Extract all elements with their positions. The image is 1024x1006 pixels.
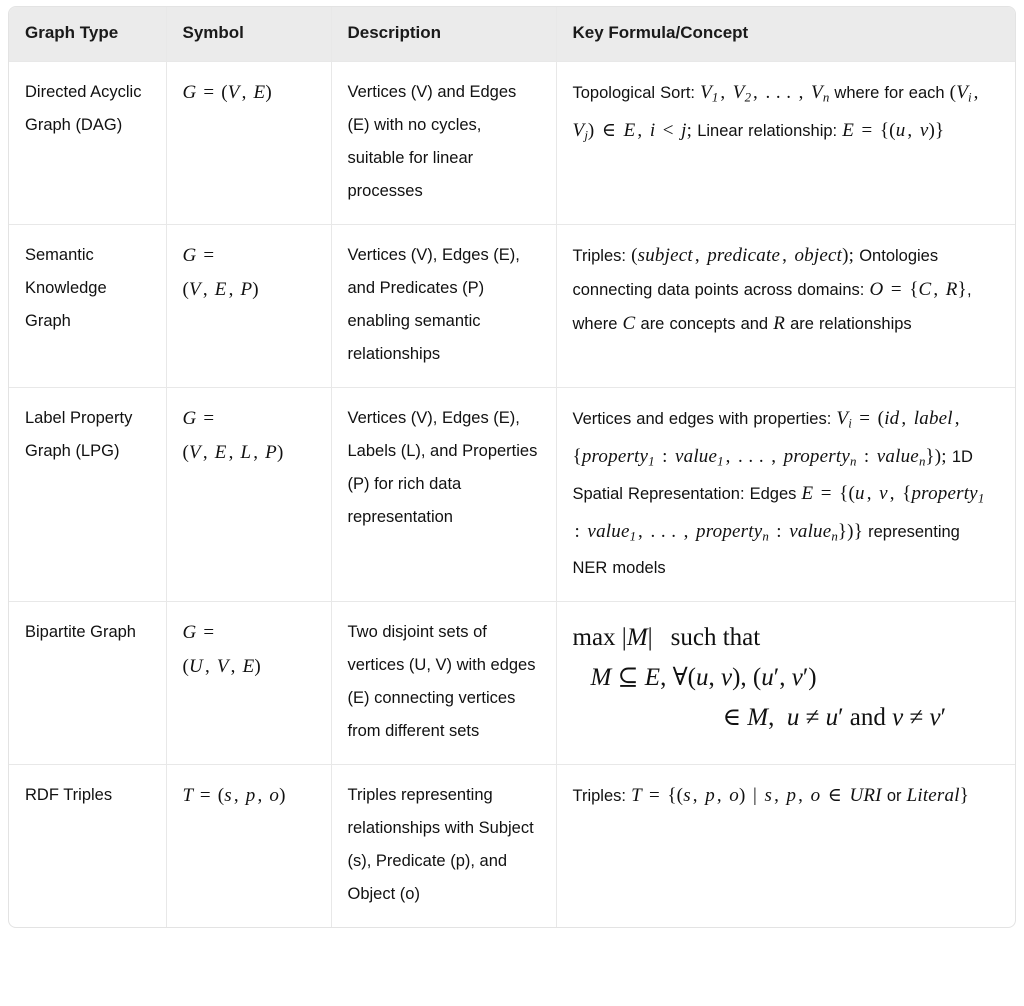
- cell-key-formula: max |M| such that M ⊆ E, ∀(u, v), (u′, v′…: [556, 601, 1015, 766]
- formula-math-relationships: R: [773, 313, 786, 334]
- formula-text-mid-2: Linear relationship:: [697, 121, 838, 140]
- formula-label: Vertices and edges with properties:: [572, 410, 832, 428]
- table-header: Graph Type Symbol Description Key Formul…: [9, 7, 1015, 62]
- formula-math-edge-set: E = {(u, v)}: [842, 119, 945, 141]
- cell-key-formula: Topological Sort: V1, V2, . . . , Vn whe…: [556, 61, 1015, 225]
- symbol-math-skg-line2: (V, E, P): [182, 279, 259, 300]
- cell-key-formula: Triples: T = {(s, p, o) | s, p, o ∈ URI …: [556, 765, 1015, 927]
- equation-line-3: ∈ M, u ≠ u′ and v ≠ v′: [722, 704, 947, 732]
- cell-description: Vertices (V) and Edges (E) with no cycle…: [331, 61, 557, 225]
- formula-math-literal: Literal}: [906, 785, 970, 807]
- symbol-math-dag: G = (V, E): [182, 82, 272, 103]
- formula-text-mid: or: [886, 787, 902, 806]
- symbol-math-lpg-line2: (V, E, L, P): [182, 442, 284, 463]
- cell-symbol: G = (U, V, E): [166, 601, 332, 766]
- formula-math-triple: (subject, predicate, object);: [631, 245, 855, 266]
- cell-symbol: G = (V, E, P): [166, 224, 332, 388]
- column-header-description: Description: [331, 7, 557, 62]
- formula-math-vertex-sequence: V1, V2, . . . , Vn: [700, 82, 830, 105]
- equation-line-2: M ⊆ E, ∀(u, v), (u′, v′): [590, 664, 817, 692]
- table-row: Directed Acyclic Graph (DAG) G = (V, E) …: [9, 61, 1015, 225]
- graph-types-comparison-table: Graph Type Symbol Description Key Formul…: [9, 7, 1015, 928]
- formula-display-equation: max |M| such that M ⊆ E, ∀(u, v), (u′, v′…: [573, 616, 1000, 738]
- cell-graph-type: RDF Triples: [9, 764, 167, 928]
- formula-math-ontology: O = {C, R}: [869, 279, 967, 300]
- symbol-math-lpg-line1: G =: [182, 408, 215, 429]
- cell-description: Two disjoint sets of vertices (U, V) wit…: [331, 601, 557, 766]
- symbol-math-skg-line1: G =: [182, 245, 215, 266]
- formula-math-rdf-set: T = {(s, p, o) | s, p, o ∈ URI: [631, 785, 882, 807]
- equation-line-1: max |M| such that: [572, 624, 761, 652]
- table-row: Label Property Graph (LPG) G = (V, E, L,…: [9, 387, 1015, 603]
- cell-symbol: G = (V, E, L, P): [166, 387, 332, 603]
- cell-graph-type: Directed Acyclic Graph (DAG): [9, 61, 167, 225]
- cell-graph-type: Semantic Knowledge Graph: [9, 224, 167, 388]
- symbol-math-bipartite-line2: (U, V, E): [182, 656, 261, 678]
- cell-key-formula: Vertices and edges with properties: Vi =…: [556, 387, 1015, 603]
- cell-description: Triples representing relationships with …: [331, 764, 557, 928]
- formula-label: Triples:: [572, 247, 626, 265]
- cell-graph-type: Bipartite Graph: [9, 601, 167, 766]
- table-header-row: Graph Type Symbol Description Key Formul…: [9, 7, 1015, 62]
- formula-label: Triples:: [572, 787, 626, 806]
- formula-text-mid-4: are relationships: [790, 315, 912, 333]
- formula-math-concepts: C: [622, 313, 636, 334]
- table-row: Semantic Knowledge Graph G = (V, E, P) V…: [9, 224, 1015, 388]
- symbol-math-bipartite-line1: G =: [182, 622, 215, 644]
- column-header-symbol: Symbol: [166, 7, 332, 62]
- formula-label: Topological Sort:: [572, 84, 696, 102]
- column-header-graph-type: Graph Type: [9, 7, 167, 62]
- cell-key-formula: Triples: (subject, predicate, object); O…: [556, 224, 1015, 388]
- column-header-key-formula: Key Formula/Concept: [556, 7, 1015, 62]
- symbol-math-rdf: T = (s, p, o): [182, 785, 286, 807]
- table-row: RDF Triples T = (s, p, o) Triples repres…: [9, 764, 1015, 928]
- cell-description: Vertices (V), Edges (E), Labels (L), and…: [331, 387, 557, 603]
- formula-text-mid: where for each: [834, 84, 945, 102]
- table-row: Bipartite Graph G = (U, V, E) Two disjoi…: [9, 601, 1015, 766]
- cell-description: Vertices (V), Edges (E), and Predicates …: [331, 224, 557, 388]
- cell-symbol: G = (V, E): [166, 61, 332, 225]
- cell-graph-type: Label Property Graph (LPG): [9, 387, 167, 603]
- cell-symbol: T = (s, p, o): [166, 764, 332, 928]
- formula-text-mid-3: are concepts and: [640, 315, 769, 333]
- comparison-table-container: Graph Type Symbol Description Key Formul…: [8, 6, 1016, 929]
- table-body: Directed Acyclic Graph (DAG) G = (V, E) …: [9, 61, 1015, 928]
